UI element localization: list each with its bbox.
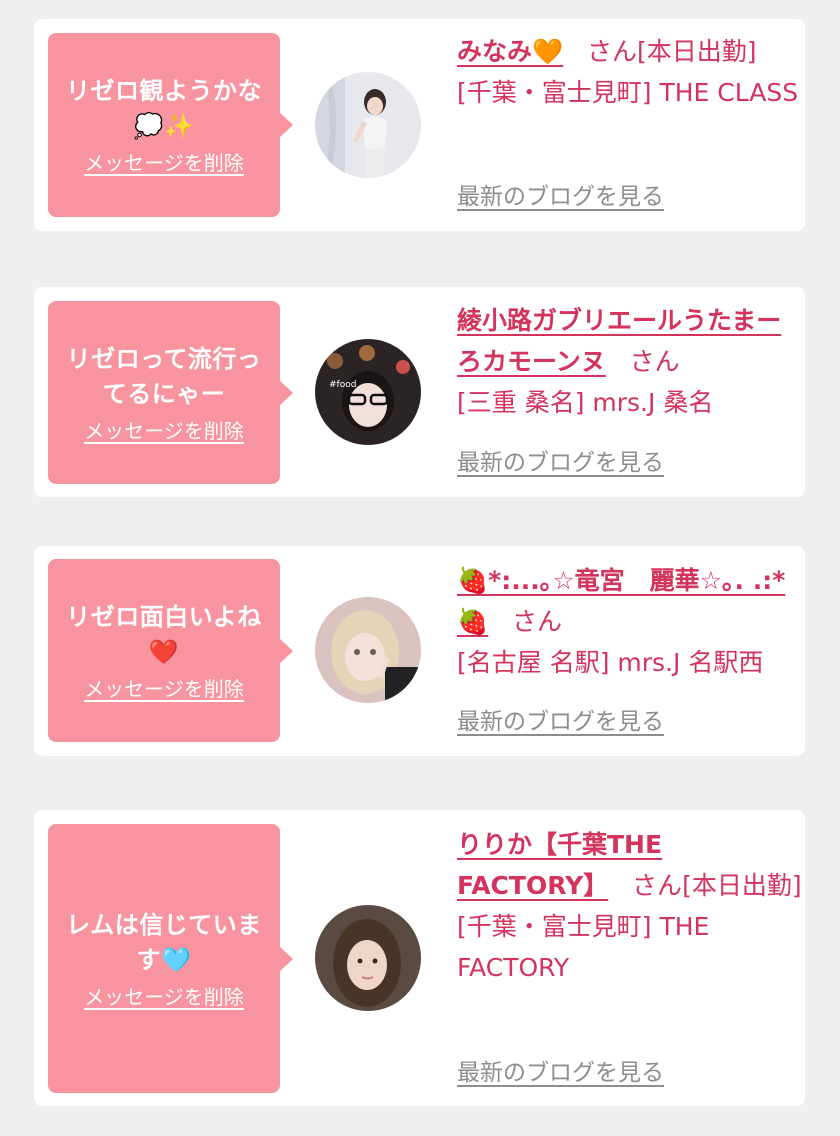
shop-info: [千葉・富士見町] THE FACTORY [457,912,710,982]
message-card: リゼロって流行ってるにゃー メッセージを削除 #food 綾小路ガブリエールうた… [34,287,805,497]
message-bubble: リゼロって流行ってるにゃー メッセージを削除 [48,301,293,484]
message-card: レムは信じています🩵 メッセージを削除 りりか【千葉THE FACTORY】 さ… [34,810,805,1106]
message-emoji: ❤️ [148,637,180,666]
message-bubble: リゼロ面白いよね ❤️ メッセージを削除 [48,559,293,742]
avatar[interactable] [315,72,421,178]
message-emoji: 💭✨ [133,112,195,140]
cast-name-link[interactable]: 🍓*:...｡☆竜宮 麗華☆｡. .:*🍓 [457,566,785,636]
avatar[interactable] [315,597,421,703]
delete-message-link[interactable]: メッセージを削除 [84,150,244,176]
message-card: リゼロ面白いよね ❤️ メッセージを削除 🍓*:...｡☆竜宮 麗華☆｡. .:*… [34,546,805,756]
cast-name-link[interactable]: みなみ🧡 [457,37,563,66]
status-badge: [本日出勤] [637,37,757,66]
shop-info: [三重 桑名] mrs.J 桑名 [457,388,714,417]
message-text: リゼロ面白いよね ❤️ [66,602,262,666]
san-label: さん [632,871,683,900]
san-label: さん [511,607,562,636]
message-text: レムは信じています🩵 [66,910,262,974]
san-label: さん [629,347,680,376]
view-blog-link[interactable]: 最新のブログを見る [457,182,664,212]
status-badge: [本日出勤] [682,871,802,900]
avatar[interactable] [315,905,421,1011]
message-emoji: 🩵 [161,945,192,974]
cast-name-link[interactable]: 綾小路ガブリエールうたまーろカモーンヌ [457,306,781,376]
cast-info: 🍓*:...｡☆竜宮 麗華☆｡. .:*🍓 さん [名古屋 名駅] mrs.J … [457,560,802,683]
svg-text:#food: #food [329,380,356,390]
delete-message-link[interactable]: メッセージを削除 [84,418,244,444]
view-blog-link[interactable]: 最新のブログを見る [457,1058,664,1088]
message-bubble: レムは信じています🩵 メッセージを削除 [48,824,293,1093]
message-bubble: リゼロ観ようかな 💭✨ メッセージを削除 [48,33,293,217]
shop-info: [千葉・富士見町] THE CLASS [457,78,799,107]
cast-info: みなみ🧡 さん[本日出勤] [千葉・富士見町] THE CLASS [457,31,802,113]
view-blog-link[interactable]: 最新のブログを見る [457,448,664,478]
avatar[interactable]: #food [315,339,421,445]
message-text: リゼロ観ようかな 💭✨ [66,77,262,140]
message-card: リゼロ観ようかな 💭✨ メッセージを削除 みなみ🧡 さん[本日出勤] [千葉・富士… [34,19,805,231]
cast-info: りりか【千葉THE FACTORY】 さん[本日出勤] [千葉・富士見町] TH… [457,824,802,988]
view-blog-link[interactable]: 最新のブログを見る [457,707,664,737]
delete-message-link[interactable]: メッセージを削除 [84,984,244,1010]
san-label: さん [586,37,637,66]
cast-info: 綾小路ガブリエールうたまーろカモーンヌ さん [三重 桑名] mrs.J 桑名 [457,300,802,423]
message-text: リゼロって流行ってるにゃー [66,344,262,408]
shop-info: [名古屋 名駅] mrs.J 名駅西 [457,648,764,677]
delete-message-link[interactable]: メッセージを削除 [84,676,244,702]
